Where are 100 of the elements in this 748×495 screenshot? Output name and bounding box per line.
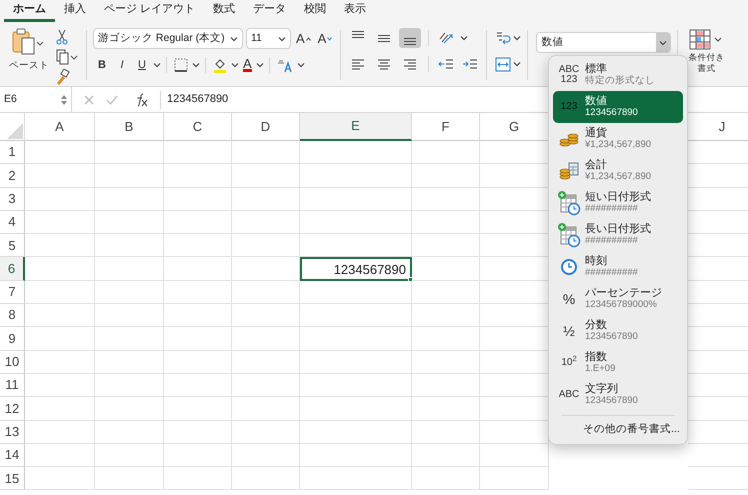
sheet-cell[interactable] xyxy=(232,280,300,304)
sheet-cell[interactable] xyxy=(164,164,232,188)
font-name-select[interactable]: 游ゴシック Regular (本文) xyxy=(93,28,243,49)
sheet-cell[interactable] xyxy=(25,420,95,444)
format-menu-item[interactable]: 短い日付形式 ########## xyxy=(553,187,683,219)
sheet-cell[interactable] xyxy=(95,234,164,258)
row-header[interactable]: 6 xyxy=(0,257,25,281)
ribbon-tab[interactable]: 表示 xyxy=(335,0,376,22)
sheet-cell[interactable] xyxy=(25,374,95,398)
copy-button[interactable] xyxy=(54,48,80,66)
sheet-cell[interactable] xyxy=(95,444,164,468)
row-header[interactable]: 1 xyxy=(0,141,25,164)
ribbon-tab[interactable]: データ xyxy=(244,0,296,22)
sheet-cell[interactable] xyxy=(164,467,232,490)
increase-font-button[interactable]: A xyxy=(294,28,313,48)
sheet-cell[interactable] xyxy=(164,210,232,234)
sheet-cell[interactable] xyxy=(95,327,164,351)
row-header[interactable]: 15 xyxy=(0,467,25,490)
sheet-cell[interactable] xyxy=(164,304,232,328)
row-header[interactable]: 14 xyxy=(0,444,25,468)
sheet-cell[interactable] xyxy=(300,188,412,211)
column-header[interactable]: D xyxy=(232,113,300,141)
sheet-cell[interactable] xyxy=(232,327,300,351)
vertical-align-button[interactable] xyxy=(399,28,422,48)
select-all-corner[interactable] xyxy=(0,113,25,141)
sheet-cell[interactable] xyxy=(25,141,95,164)
sheet-cell[interactable] xyxy=(300,397,412,421)
sheet-cell[interactable] xyxy=(95,257,164,281)
sheet-cell[interactable] xyxy=(300,304,412,328)
sheet-cell[interactable] xyxy=(25,444,95,468)
sheet-cell[interactable] xyxy=(25,350,95,374)
bold-button[interactable]: B xyxy=(93,55,111,75)
sheet-cell[interactable] xyxy=(232,420,300,444)
sheet-cell[interactable] xyxy=(164,350,232,374)
row-header[interactable]: 4 xyxy=(0,210,25,234)
number-format-select[interactable]: 数値 xyxy=(536,32,672,53)
sheet-cell[interactable] xyxy=(232,210,300,234)
sheet-cell[interactable] xyxy=(232,304,300,328)
column-header[interactable]: B xyxy=(95,113,164,141)
sheet-cell[interactable] xyxy=(25,210,95,234)
sheet-cell[interactable] xyxy=(412,350,480,374)
sheet-cell[interactable] xyxy=(25,467,95,490)
sheet-cell[interactable] xyxy=(95,164,164,188)
sheet-cell[interactable] xyxy=(412,210,480,234)
font-color-button[interactable]: A xyxy=(241,55,254,75)
sheet-cell[interactable] xyxy=(232,141,300,164)
sheet-cell[interactable] xyxy=(164,420,232,444)
format-menu-item[interactable]: ABC 123 標準 特定の形式なし xyxy=(553,59,683,91)
sheet-cell[interactable] xyxy=(95,397,164,421)
sheet-cell[interactable] xyxy=(300,444,412,468)
sheet-cell[interactable] xyxy=(412,374,480,398)
sheet-cell[interactable] xyxy=(164,374,232,398)
sheet-cell[interactable] xyxy=(95,280,164,304)
row-header[interactable]: 12 xyxy=(0,397,25,421)
sheet-cell[interactable] xyxy=(412,444,480,468)
underline-button[interactable]: U xyxy=(133,55,151,75)
sheet-cell[interactable] xyxy=(300,327,412,351)
sheet-cell[interactable] xyxy=(480,467,549,490)
sheet-cell[interactable] xyxy=(95,210,164,234)
sheet-cell[interactable] xyxy=(25,280,95,304)
sheet-cell[interactable] xyxy=(164,234,232,258)
row-header[interactable]: 11 xyxy=(0,374,25,398)
sheet-cell[interactable] xyxy=(412,327,480,351)
sheet-cell[interactable] xyxy=(412,397,480,421)
row-header[interactable]: 8 xyxy=(0,304,25,328)
italic-button[interactable]: I xyxy=(113,55,131,75)
sheet-cell[interactable] xyxy=(95,188,164,211)
sheet-cell[interactable] xyxy=(164,397,232,421)
sheet-cell[interactable] xyxy=(300,210,412,234)
sheet-cell[interactable] xyxy=(412,164,480,188)
sheet-cell[interactable] xyxy=(25,327,95,351)
sheet-cell[interactable] xyxy=(232,350,300,374)
paste-button[interactable]: ペースト xyxy=(6,28,52,80)
sheet-cell[interactable] xyxy=(25,397,95,421)
ribbon-tab[interactable]: 校閲 xyxy=(295,0,336,22)
sheet-cell[interactable] xyxy=(232,444,300,468)
sheet-cell[interactable] xyxy=(412,304,480,328)
column-header[interactable]: C xyxy=(164,113,232,141)
sheet-cell[interactable] xyxy=(232,164,300,188)
sheet-cell[interactable] xyxy=(300,374,412,398)
sheet-cell[interactable] xyxy=(164,444,232,468)
sheet-cell[interactable] xyxy=(480,444,549,468)
sheet-cell[interactable] xyxy=(164,257,232,281)
sheet-cell[interactable] xyxy=(25,304,95,328)
formula-input[interactable]: 1234567890 xyxy=(167,91,228,108)
sheet-cell[interactable] xyxy=(95,374,164,398)
sheet-cell[interactable] xyxy=(95,420,164,444)
column-header[interactable]: F xyxy=(412,113,480,141)
format-menu-item[interactable]: 10$^{2}$ 指数 1.E+09 xyxy=(553,347,683,379)
sheet-cell[interactable] xyxy=(164,141,232,164)
sheet-cell[interactable] xyxy=(164,188,232,211)
sheet-cell[interactable] xyxy=(25,234,95,258)
more-formats-link[interactable]: その他の番号書式... xyxy=(553,416,680,438)
format-menu-item[interactable]: 会計 ¥1,234,567,890 xyxy=(553,155,683,187)
ribbon-tab[interactable]: 数式 xyxy=(204,0,244,22)
column-header[interactable]: A xyxy=(25,113,95,141)
sheet-cell[interactable] xyxy=(232,188,300,211)
ribbon-tab[interactable]: ページ レイアウト xyxy=(95,0,204,22)
sheet-cell[interactable] xyxy=(232,467,300,490)
sheet-cell[interactable] xyxy=(412,280,480,304)
